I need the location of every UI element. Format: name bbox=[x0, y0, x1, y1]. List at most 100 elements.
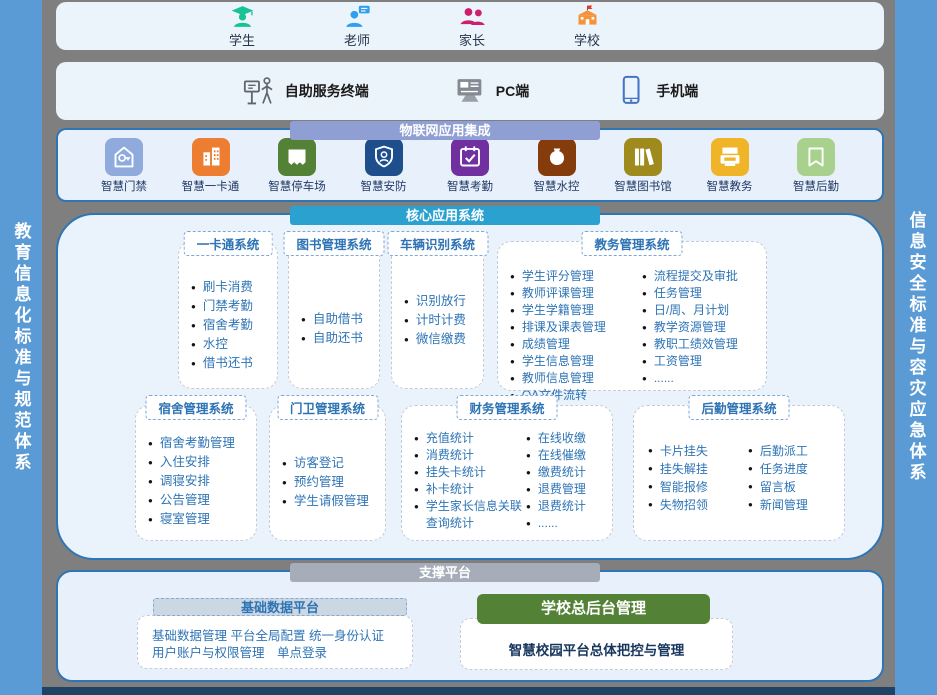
system-item: 自助还书 bbox=[301, 329, 375, 348]
iot-label: 智慧图书馆 bbox=[605, 178, 681, 194]
system-card-logistics: 后勤管理系统 卡片挂失挂失解挂智能报修失物招领 后勤派工任务进度留言板新闻管理 bbox=[633, 405, 845, 541]
system-item-list: 识别放行计时计费微信缴费 bbox=[404, 292, 479, 349]
system-item: 工资管理 bbox=[642, 353, 738, 370]
school-icon bbox=[574, 3, 601, 30]
system-item: 充值统计 bbox=[414, 430, 526, 447]
one-card-icon bbox=[192, 138, 230, 176]
system-item: 学生家长信息关联查询统计 bbox=[414, 498, 526, 532]
system-item: 门禁考勤 bbox=[191, 297, 273, 316]
system-item-list: 学生评分管理教师评课管理学生学籍管理排课及课表管理成绩管理学生信息管理教师信息管… bbox=[510, 268, 642, 404]
system-item: 新闻管理 bbox=[748, 496, 808, 514]
support-banner: 支撑平台 bbox=[290, 563, 600, 582]
system-item: 挂失解挂 bbox=[648, 460, 748, 478]
system-item: 水控 bbox=[191, 335, 273, 354]
system-card-vehicle: 车辆识别系统 识别放行计时计费微信缴费 bbox=[391, 241, 484, 389]
system-item: 自助借书 bbox=[301, 310, 375, 329]
water-control-icon bbox=[538, 138, 576, 176]
core-section: 核心应用系统 一卡通系统 刷卡消费门禁考勤宿舍考勤水控借书还书 图书管理系统 自… bbox=[56, 213, 884, 560]
system-title: 车辆识别系统 bbox=[387, 231, 488, 256]
library-books-icon bbox=[624, 138, 662, 176]
system-item: 流程提交及审批 bbox=[642, 268, 738, 285]
system-item: 退费管理 bbox=[526, 481, 586, 498]
school-admin-title: 学校总后台管理 bbox=[477, 594, 710, 624]
system-item: 借书还书 bbox=[191, 354, 273, 373]
school-admin-desc: 智慧校园平台总体把控与管理 bbox=[509, 643, 685, 658]
system-item-list: 流程提交及审批任务管理日/周、月计划教学资源管理教职工绩效管理工资管理.....… bbox=[642, 268, 738, 404]
system-item: 计时计费 bbox=[404, 311, 479, 330]
left-rail-label: 教育信息化标准与规范体系 bbox=[9, 222, 34, 474]
system-item-list: 后勤派工任务进度留言板新闻管理 bbox=[748, 442, 808, 514]
user-item-student: 学生 bbox=[211, 3, 273, 49]
system-item: 任务管理 bbox=[642, 285, 738, 302]
terminal-item-kiosk: 自助服务终端 bbox=[242, 74, 369, 108]
system-card-onecard: 一卡通系统 刷卡消费门禁考勤宿舍考勤水控借书还书 bbox=[178, 241, 278, 389]
system-item: 宿舍考勤 bbox=[191, 316, 273, 335]
system-item: 公告管理 bbox=[148, 491, 252, 510]
system-item: 教职工绩效管理 bbox=[642, 336, 738, 353]
phone-icon bbox=[613, 74, 647, 108]
terminal-item-pc: PC端 bbox=[453, 74, 529, 108]
system-item: 宿舍考勤管理 bbox=[148, 434, 252, 453]
left-rail: 教育信息化标准与规范体系 bbox=[0, 0, 42, 695]
iot-item-library: 智慧图书馆 bbox=[605, 138, 681, 194]
door-access-icon bbox=[105, 138, 143, 176]
system-item: 预约管理 bbox=[282, 473, 381, 492]
system-title: 教务管理系统 bbox=[581, 231, 682, 256]
iot-banner: 物联网应用集成 bbox=[290, 121, 600, 140]
base-data-platform-body: 基础数据管理 平台全局配置 统一身份认证 用户账户与权限管理 单点登录 bbox=[137, 615, 413, 669]
base-platform-line: 用户账户与权限管理 单点登录 bbox=[152, 645, 412, 662]
system-item-list: 卡片挂失挂失解挂智能报修失物招领 bbox=[648, 442, 748, 514]
system-item: 教师评课管理 bbox=[510, 285, 642, 302]
system-title: 图书管理系统 bbox=[283, 231, 384, 256]
system-item: 调寝安排 bbox=[148, 472, 252, 491]
iot-item-parking: 智慧停车场 bbox=[259, 138, 335, 194]
system-card-gatekeeper: 门卫管理系统 访客登记预约管理学生请假管理 bbox=[269, 405, 386, 541]
system-item: 消费统计 bbox=[414, 447, 526, 464]
system-item: 访客登记 bbox=[282, 454, 381, 473]
support-section: 支撑平台 基础数据平台 基础数据管理 平台全局配置 统一身份认证 用户账户与权限… bbox=[56, 570, 884, 682]
system-item: 刷卡消费 bbox=[191, 278, 273, 297]
iot-label: 智慧安防 bbox=[346, 178, 422, 194]
system-item: 补卡统计 bbox=[414, 481, 526, 498]
iot-item-logistics: 智慧后勤 bbox=[778, 138, 854, 194]
system-title: 门卫管理系统 bbox=[277, 395, 378, 420]
iot-label: 智慧门禁 bbox=[86, 178, 162, 194]
system-item-list: 在线收缴在线催缴缴费统计退费管理退费统计...... bbox=[526, 430, 586, 532]
iot-label: 智慧后勤 bbox=[778, 178, 854, 194]
system-item: 学生请假管理 bbox=[282, 492, 381, 511]
terminal-label: PC端 bbox=[496, 81, 529, 101]
student-icon bbox=[229, 3, 256, 30]
logistics-flag-icon bbox=[797, 138, 835, 176]
system-item: 寝室管理 bbox=[148, 510, 252, 529]
pc-icon bbox=[453, 74, 487, 108]
system-item: 学生信息管理 bbox=[510, 353, 642, 370]
system-item: 留言板 bbox=[748, 478, 808, 496]
system-item-list: 自助借书自助还书 bbox=[301, 310, 375, 348]
user-label: 学校 bbox=[556, 30, 618, 49]
terminal-item-phone: 手机端 bbox=[613, 74, 698, 108]
school-admin-body: 智慧校园平台总体把控与管理 bbox=[460, 618, 733, 670]
system-item: 挂失卡统计 bbox=[414, 464, 526, 481]
iot-item-one-card: 智慧一卡通 bbox=[173, 138, 249, 194]
system-item: 日/周、月计划 bbox=[642, 302, 738, 319]
system-item: 缴费统计 bbox=[526, 464, 586, 481]
system-card-library: 图书管理系统 自助借书自助还书 bbox=[288, 241, 380, 389]
right-rail-label: 信息安全标准与容灾应急体系 bbox=[904, 211, 929, 484]
user-item-school: 学校 bbox=[556, 3, 618, 49]
user-item-teacher: 老师 bbox=[326, 3, 388, 49]
iot-item-security: 智慧安防 bbox=[346, 138, 422, 194]
iot-label: 智慧一卡通 bbox=[173, 178, 249, 194]
system-item: 退费统计 bbox=[526, 498, 586, 515]
system-title: 一卡通系统 bbox=[184, 231, 273, 256]
system-item: 智能报修 bbox=[648, 478, 748, 496]
security-shield-icon bbox=[365, 138, 403, 176]
user-label: 学生 bbox=[211, 30, 273, 49]
user-label: 家长 bbox=[441, 30, 503, 49]
user-item-parents: 家长 bbox=[441, 3, 503, 49]
system-item: ...... bbox=[642, 370, 738, 387]
terminals-row: 自助服务终端 PC端 手机端 bbox=[56, 62, 884, 120]
system-card-finance: 财务管理系统 充值统计消费统计挂失卡统计补卡统计学生家长信息关联查询统计 在线收… bbox=[401, 405, 613, 541]
system-item: 卡片挂失 bbox=[648, 442, 748, 460]
system-item: 在线收缴 bbox=[526, 430, 586, 447]
parents-icon bbox=[459, 3, 486, 30]
